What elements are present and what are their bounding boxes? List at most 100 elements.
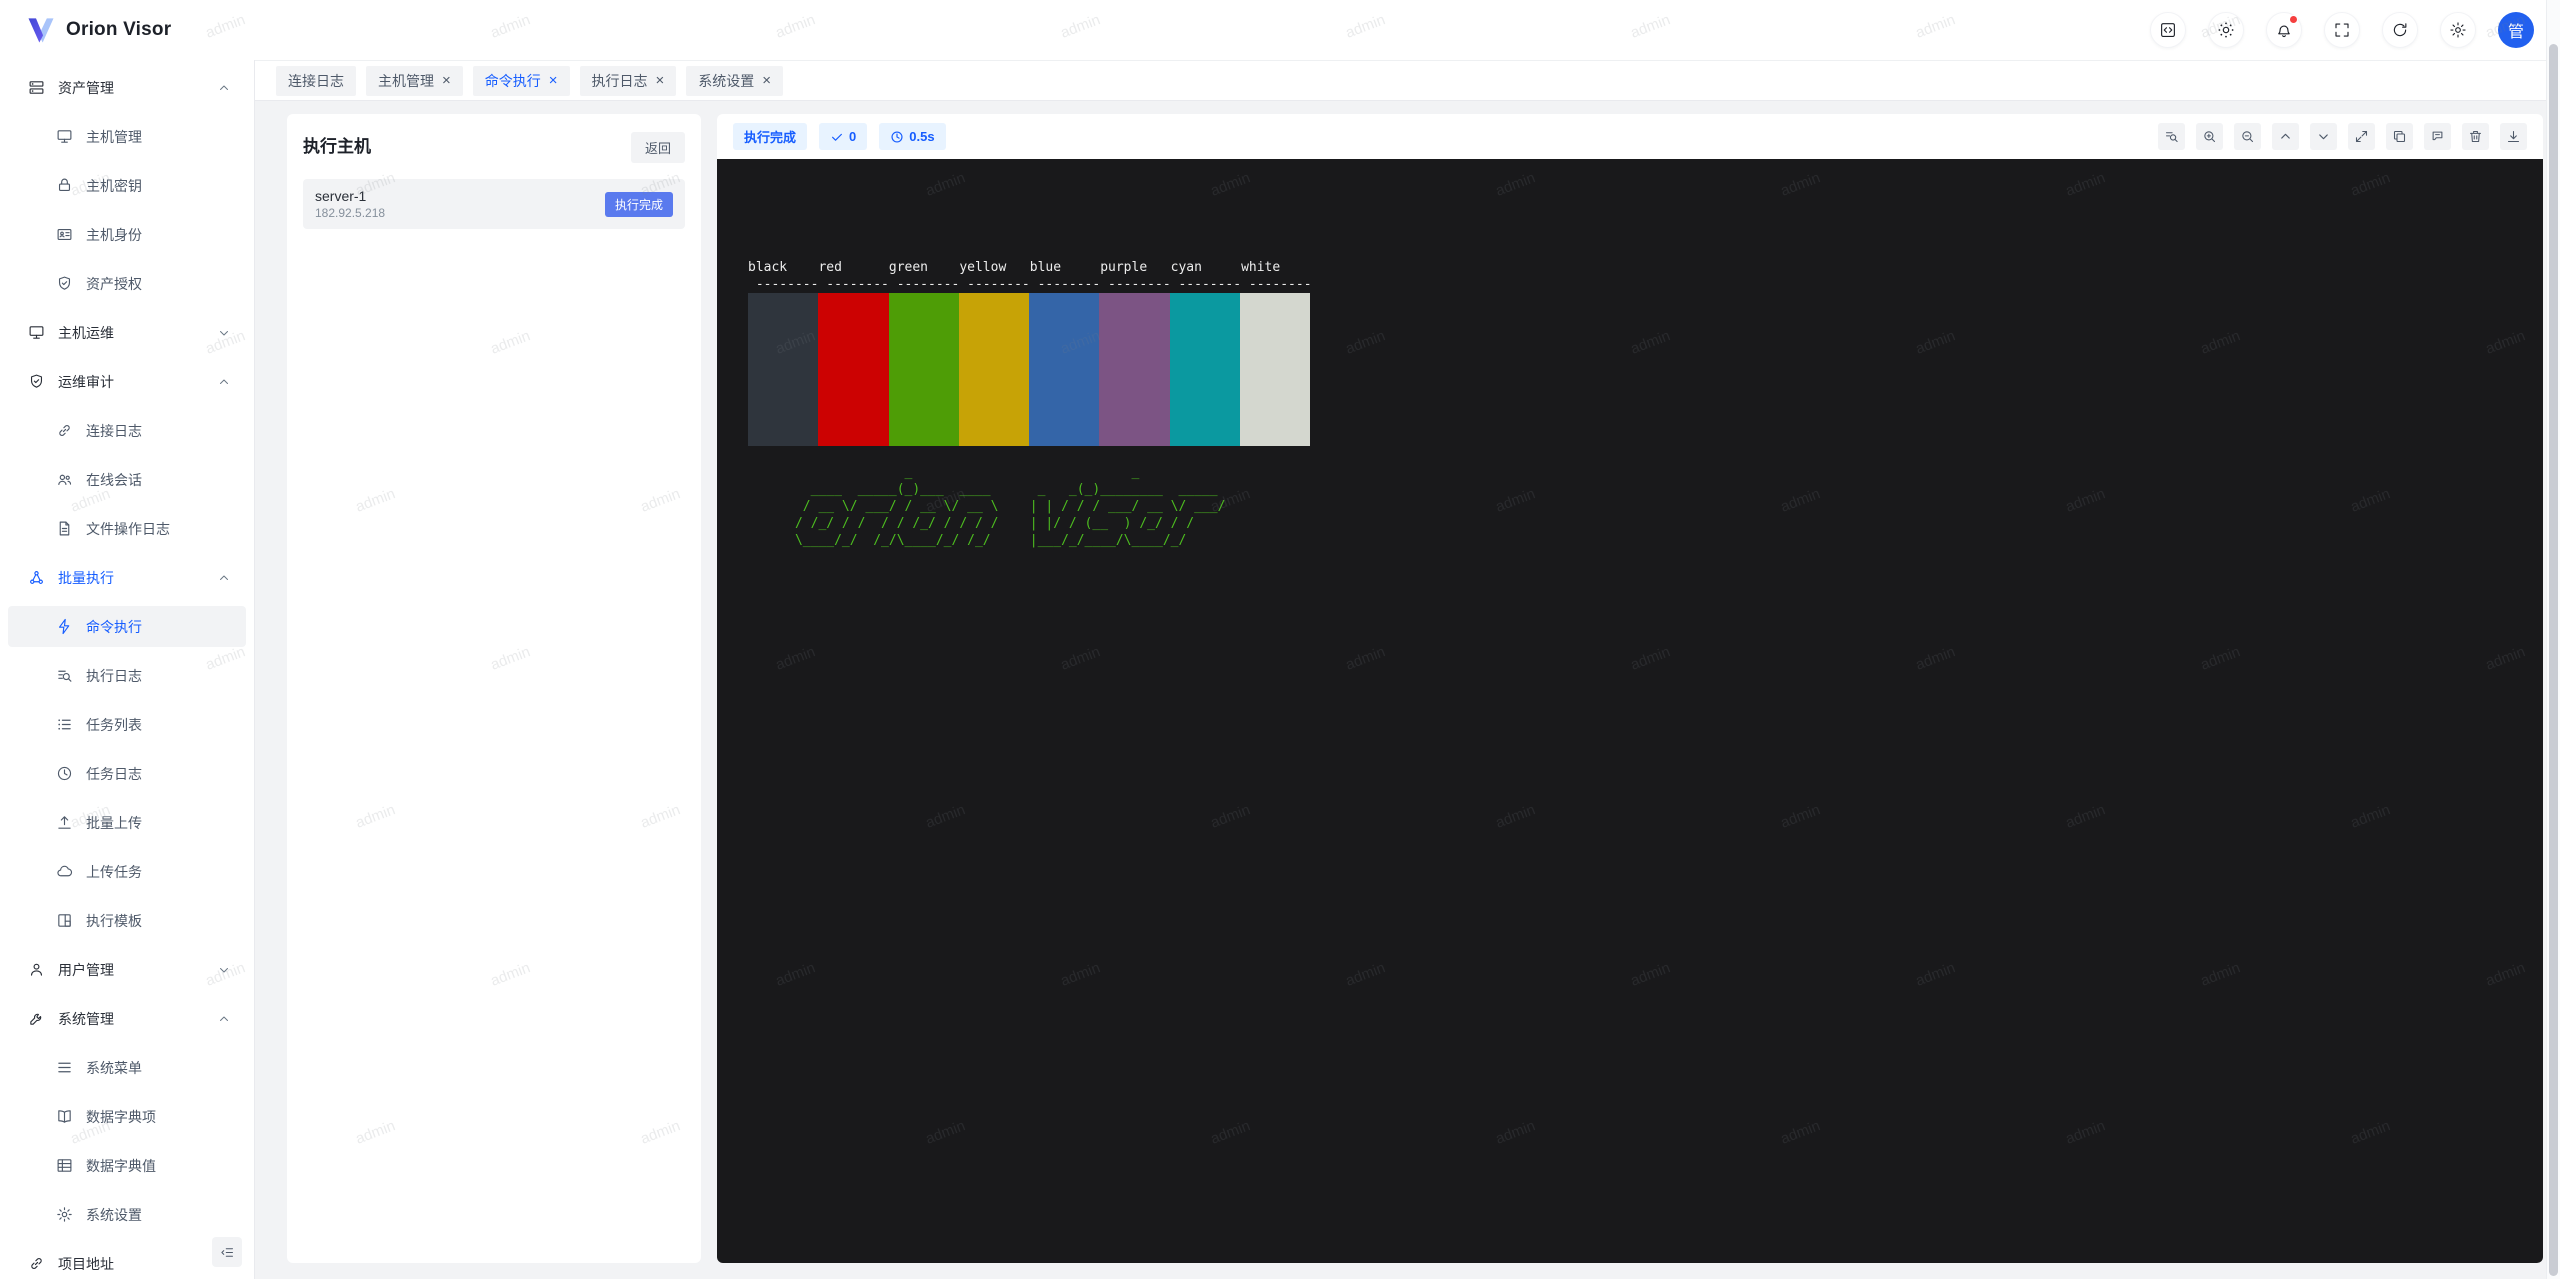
execution-hosts-panel: 执行主机 返回 server-1 182.92.5.218 执行完成 [287, 114, 701, 1263]
chevron-down-icon [218, 964, 230, 976]
notification-dot [2289, 15, 2298, 24]
table-icon [56, 1157, 73, 1174]
link-icon [28, 1255, 45, 1272]
sidebar-item-execution-template[interactable]: 执行模板 [8, 900, 246, 941]
copy-icon[interactable] [2386, 123, 2413, 150]
sidebar-item-host-management[interactable]: 主机管理 [8, 116, 246, 157]
book-icon [56, 1108, 73, 1125]
app-title: Orion Visor [66, 19, 171, 41]
storage-icon [28, 79, 45, 96]
download-icon[interactable] [2500, 123, 2527, 150]
user-group-icon [56, 471, 73, 488]
back-button[interactable]: 返回 [631, 132, 685, 163]
sidebar-item-command-execution[interactable]: 命令执行 [8, 606, 246, 647]
search-output-icon[interactable] [2158, 123, 2185, 150]
sidebar-item-connection-log[interactable]: 连接日志 [8, 410, 246, 451]
chevron-up-icon [218, 82, 230, 94]
color-block-white [1240, 293, 1310, 446]
sidebar-collapse-button[interactable] [212, 1237, 242, 1267]
scroll-top-icon[interactable] [2272, 123, 2299, 150]
clear-trash-icon[interactable] [2462, 123, 2489, 150]
lock-icon [56, 177, 73, 194]
zoom-out-icon[interactable] [2234, 123, 2261, 150]
sidebar-item-project-address[interactable]: 项目地址 [8, 1243, 246, 1279]
sidebar-item-task-log[interactable]: 任务日志 [8, 753, 246, 794]
theme-brightness-icon[interactable] [2208, 12, 2244, 48]
host-name: server-1 [315, 188, 385, 204]
link-icon [56, 422, 73, 439]
sidebar-item-batch-upload[interactable]: 批量上传 [8, 802, 246, 843]
sidebar-item-execution-log[interactable]: 执行日志 [8, 655, 246, 696]
sidebar-item-host-identity[interactable]: 主机身份 [8, 214, 246, 255]
sidebar-group-operations-audit[interactable]: 运维审计 [8, 361, 246, 402]
search-list-icon [56, 667, 73, 684]
clock-icon [890, 130, 904, 144]
sidebar-group-user-management[interactable]: 用户管理 [8, 949, 246, 990]
close-icon[interactable]: × [549, 73, 558, 88]
terminal-screen[interactable]: black red green yellow blue purple cyan … [717, 159, 2543, 1263]
user-icon [28, 961, 45, 978]
panel-title: 执行主机 [303, 132, 371, 157]
sidebar-group-system-management[interactable]: 系统管理 [8, 998, 246, 1039]
sidebar-item-upload-tasks[interactable]: 上传任务 [8, 851, 246, 892]
tab-command-execution[interactable]: 命令执行 × [473, 66, 570, 96]
page-scrollbar[interactable] [2546, 0, 2560, 1279]
color-block-yellow [959, 293, 1029, 446]
host-list-item[interactable]: server-1 182.92.5.218 执行完成 [303, 179, 685, 229]
list-icon [56, 716, 73, 733]
exit-code-badge: 0 [819, 123, 867, 150]
terminal-tools [2158, 123, 2527, 150]
sidebar-group-batch-execution[interactable]: 批量执行 [8, 557, 246, 598]
user-avatar[interactable]: 管 [2498, 12, 2534, 48]
color-block-green [889, 293, 959, 446]
code-icon[interactable] [2150, 12, 2186, 48]
duration-badge: 0.5s [879, 123, 945, 150]
app-header: Orion Visor 管 [0, 0, 2560, 60]
color-block-blue [1029, 293, 1099, 446]
sidebar-item-system-menu[interactable]: 系统菜单 [8, 1047, 246, 1088]
scrollbar-thumb[interactable] [2549, 44, 2558, 1276]
sidebar-item-file-operation-log[interactable]: 文件操作日志 [8, 508, 246, 549]
close-icon[interactable]: × [762, 73, 771, 88]
chevron-up-icon [218, 1013, 230, 1025]
sidebar-nav: 资产管理 主机管理 主机密钥 主机身份 资产授权 主机运维 运维审计 连接日志 … [0, 60, 255, 1279]
expand-icon[interactable] [2348, 123, 2375, 150]
sidebar-item-system-settings[interactable]: 系统设置 [8, 1194, 246, 1235]
sidebar-item-host-keys[interactable]: 主机密钥 [8, 165, 246, 206]
file-icon [56, 520, 73, 537]
sidebar-item-online-sessions[interactable]: 在线会话 [8, 459, 246, 500]
notifications-bell-icon[interactable] [2266, 12, 2302, 48]
host-status-badge: 执行完成 [605, 192, 673, 217]
paste-icon[interactable] [2424, 123, 2451, 150]
desktop-icon [28, 324, 45, 341]
menu-icon [56, 1059, 73, 1076]
terminal-panel: 执行完成 0 0.5s black [717, 114, 2543, 1263]
tab-connection-log[interactable]: 连接日志 [276, 66, 356, 96]
tab-system-settings[interactable]: 系统设置 × [686, 66, 783, 96]
close-icon[interactable]: × [442, 73, 451, 88]
tab-bar: 连接日志 主机管理 × 命令执行 × 执行日志 × 系统设置 × [255, 60, 2546, 101]
sidebar-item-data-dictionary-items[interactable]: 数据字典项 [8, 1096, 246, 1137]
color-block-purple [1099, 293, 1169, 446]
sidebar-item-asset-authorization[interactable]: 资产授权 [8, 263, 246, 304]
sidebar-item-data-dictionary-values[interactable]: 数据字典值 [8, 1145, 246, 1186]
sidebar-group-host-operations[interactable]: 主机运维 [8, 312, 246, 353]
wrench-icon [28, 1010, 45, 1027]
app-logo: Orion Visor [26, 15, 171, 45]
sidebar-group-asset-management[interactable]: 资产管理 [8, 67, 246, 108]
tab-execution-log[interactable]: 执行日志 × [580, 66, 677, 96]
fullscreen-icon[interactable] [2324, 12, 2360, 48]
close-icon[interactable]: × [656, 73, 665, 88]
desktop-icon [56, 128, 73, 145]
color-block-cyan [1170, 293, 1240, 446]
shield-check-icon [56, 275, 73, 292]
check-icon [830, 130, 844, 144]
terminal-dashes-line: -------- -------- -------- -------- ----… [748, 276, 2543, 293]
tab-host-management[interactable]: 主机管理 × [366, 66, 463, 96]
refresh-icon[interactable] [2382, 12, 2418, 48]
sidebar-item-task-list[interactable]: 任务列表 [8, 704, 246, 745]
chevron-up-icon [218, 572, 230, 584]
zoom-in-icon[interactable] [2196, 123, 2223, 150]
scroll-bottom-icon[interactable] [2310, 123, 2337, 150]
settings-gear-icon[interactable] [2440, 12, 2476, 48]
